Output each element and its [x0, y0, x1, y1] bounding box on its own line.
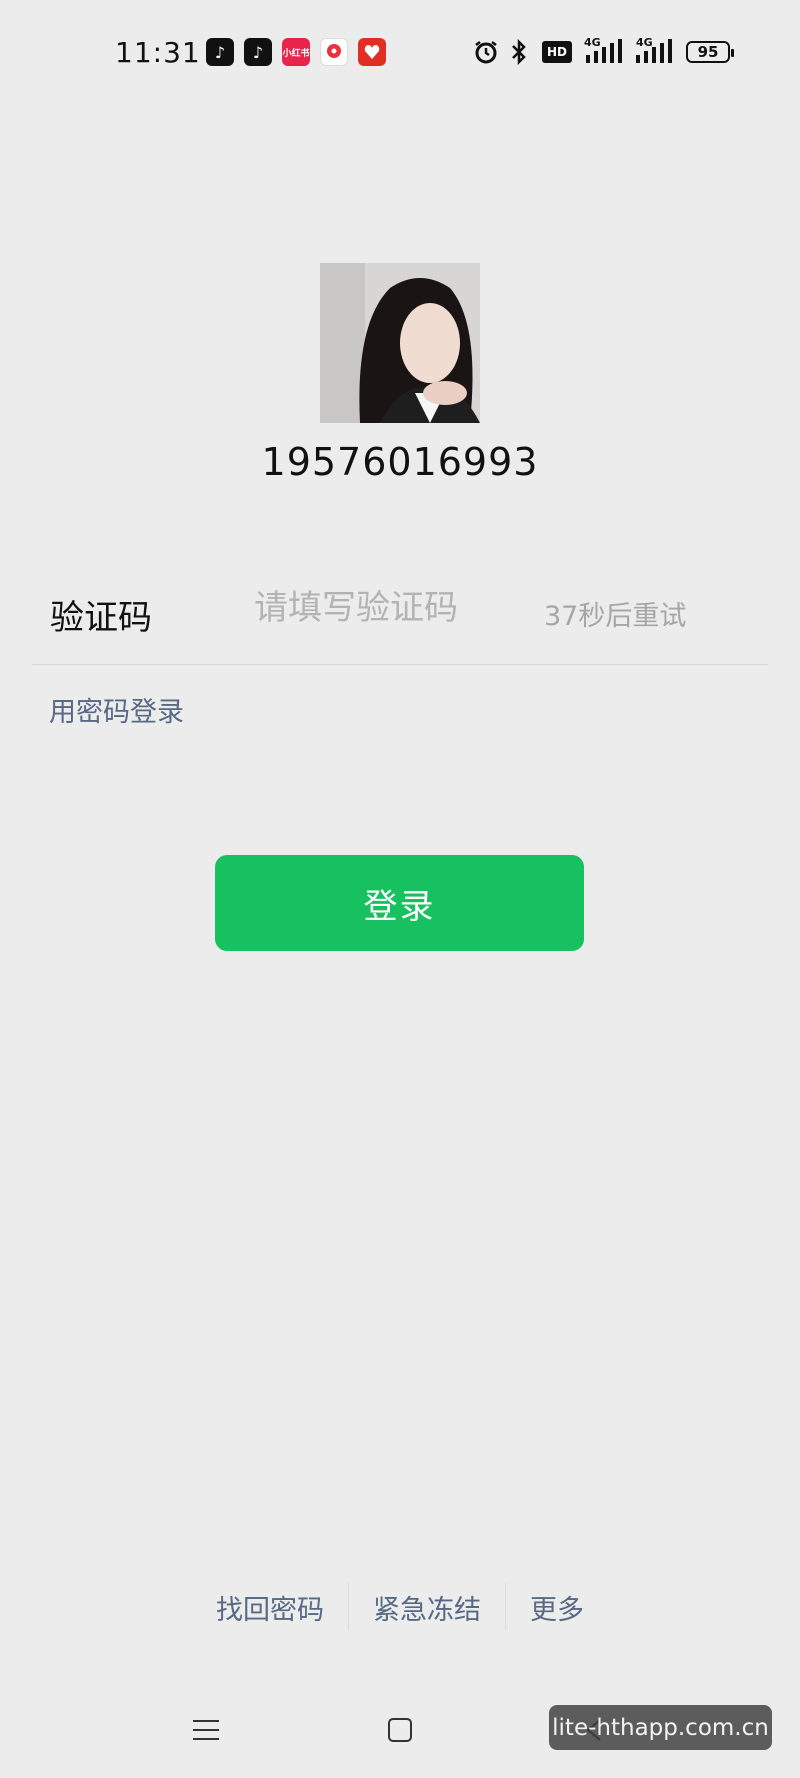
emergency-freeze-link[interactable]: 紧急冻结 [349, 1588, 505, 1627]
menu-icon[interactable] [186, 1700, 226, 1760]
alarm-icon [472, 38, 500, 66]
home-icon[interactable] [380, 1700, 420, 1760]
status-bar: 11:31 ♪ ♪ 小红书 HD 4G 4G 95 [0, 0, 800, 108]
music-app-icon [320, 38, 348, 66]
bluetooth-icon [508, 38, 530, 66]
douyin-icon: ♪ [206, 38, 234, 66]
xiaohongshu-icon: 小红书 [282, 38, 310, 66]
signal-icon: 4G [634, 36, 674, 66]
login-button[interactable]: 登录 [215, 855, 584, 951]
password-login-link[interactable]: 用密码登录 [49, 690, 184, 729]
verification-code-label: 验证码 [50, 598, 152, 638]
status-time: 11:31 [115, 36, 201, 69]
more-link[interactable]: 更多 [506, 1588, 608, 1627]
hd-icon: HD [542, 41, 572, 63]
network-type-2: 4G [636, 36, 653, 49]
recover-password-link[interactable]: 找回密码 [192, 1588, 348, 1627]
signal-icon: 4G [584, 36, 624, 66]
battery-level: 95 [697, 43, 719, 61]
verification-code-input[interactable] [252, 582, 506, 634]
douyin-lite-icon: ♪ [244, 38, 272, 66]
avatar [320, 263, 480, 423]
network-type-1: 4G [584, 36, 601, 49]
verification-code-row: 验证码 37秒后重试 [32, 570, 768, 665]
resend-countdown: 37秒后重试 [544, 601, 687, 632]
account-phone-number: 19576016993 [261, 440, 539, 484]
pinduoduo-icon [358, 38, 386, 66]
battery-icon: 95 [686, 41, 734, 63]
bottom-links: 找回密码 紧急冻结 更多 [0, 1583, 800, 1631]
watermark: lite-hthapp.com.cn [549, 1705, 772, 1750]
